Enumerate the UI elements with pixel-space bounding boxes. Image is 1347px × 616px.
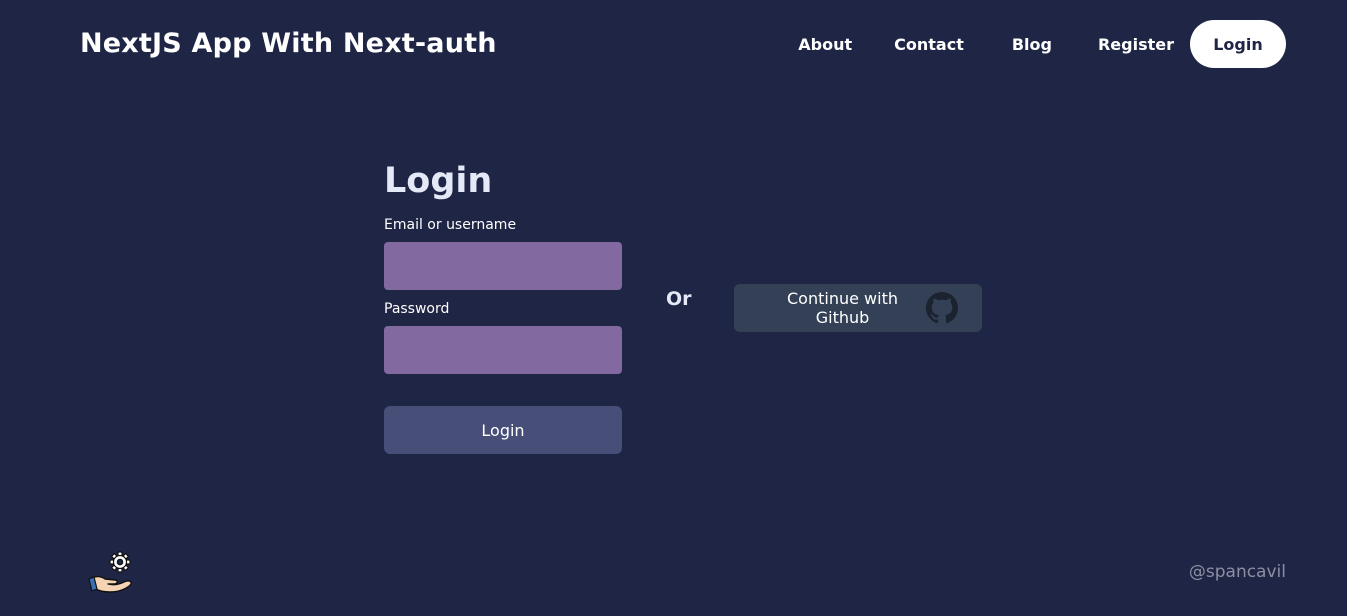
password-field[interactable] xyxy=(384,326,622,374)
email-label: Email or username xyxy=(384,217,517,233)
footer-credit: @spancavil xyxy=(1188,562,1286,582)
nav-link-contact[interactable]: Contact xyxy=(894,35,964,54)
page: NextJS App With Next-auth About Contact … xyxy=(0,0,1347,616)
password-label: Password xyxy=(384,301,450,317)
nav-link-register[interactable]: Register xyxy=(1098,35,1174,54)
login-heading: Login xyxy=(384,161,493,201)
login-form: Login Email or username Password Login xyxy=(384,160,622,454)
nav-link-blog[interactable]: Blog xyxy=(1012,35,1052,54)
top-nav: About Contact Blog Register Login xyxy=(798,20,1286,68)
github-login-button[interactable]: Continue with Github xyxy=(734,284,982,332)
nav-login-button[interactable]: Login xyxy=(1190,20,1286,68)
field-spacer xyxy=(384,290,622,300)
app-title: NextJS App With Next-auth xyxy=(80,28,497,59)
nav-link-about[interactable]: About xyxy=(798,35,852,54)
github-icon xyxy=(926,292,958,324)
or-divider: Or xyxy=(666,288,692,310)
github-button-label: Continue with Github xyxy=(787,289,898,327)
login-submit-button[interactable]: Login xyxy=(384,406,622,454)
hand-gear-icon xyxy=(88,550,136,596)
email-field[interactable] xyxy=(384,242,622,290)
